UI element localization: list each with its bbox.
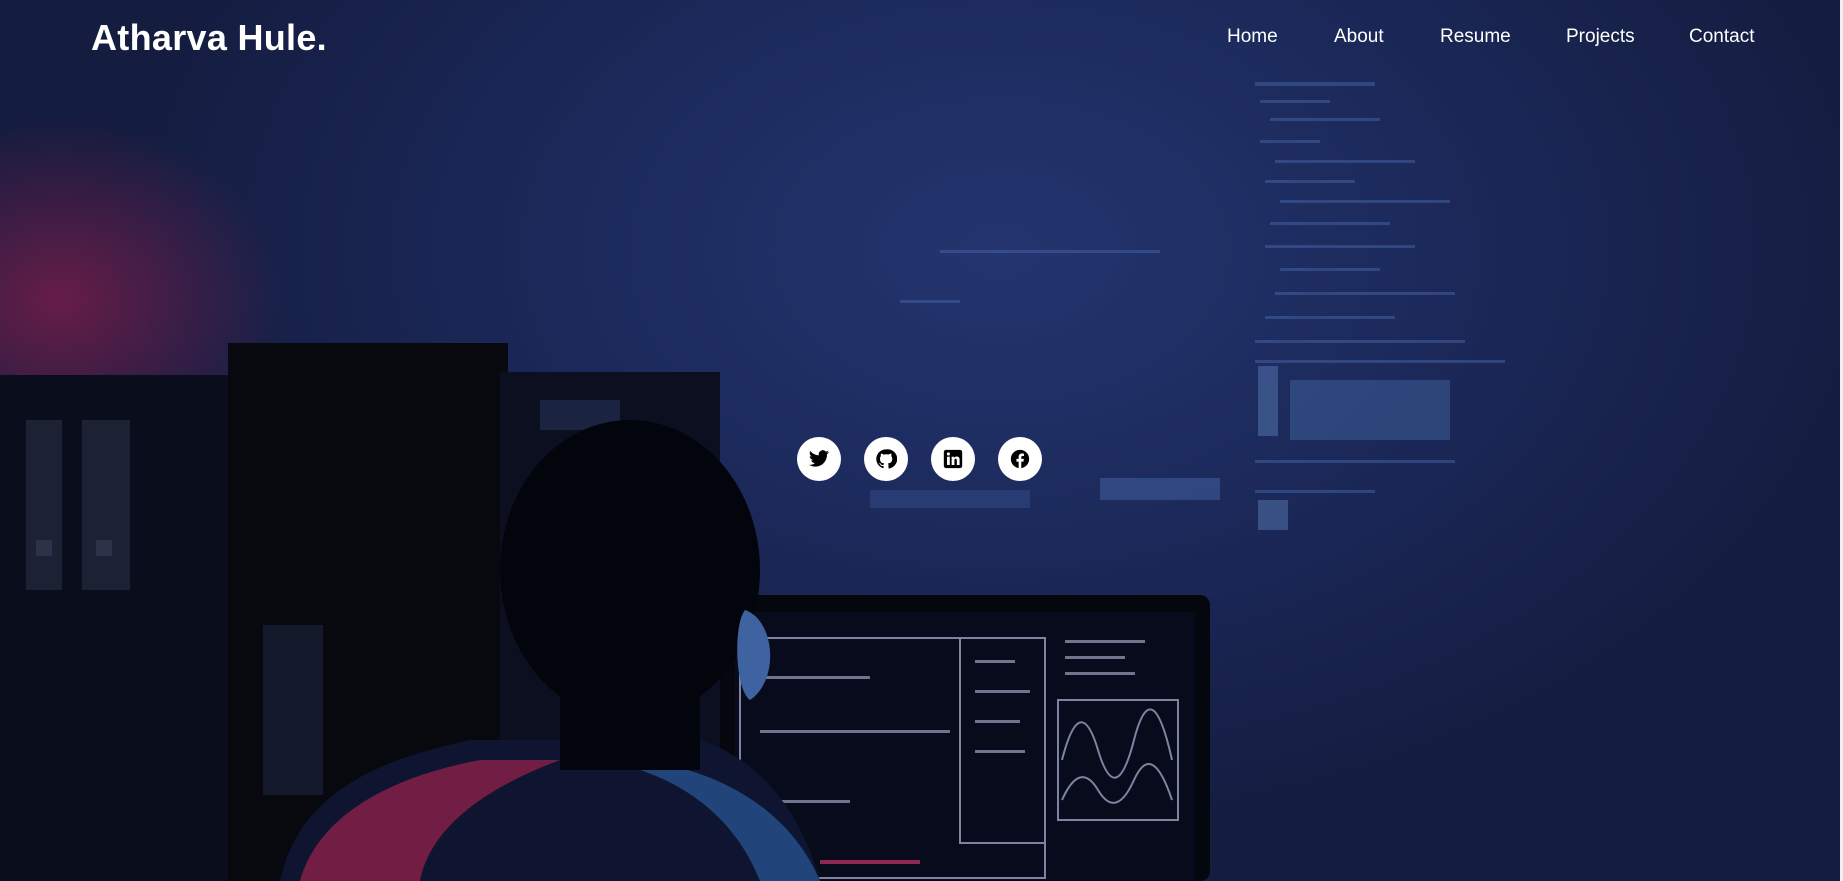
facebook-button[interactable] — [998, 437, 1042, 481]
social-links — [797, 437, 1043, 481]
navbar: Atharva Hule. Home About Resume Projects… — [0, 0, 1840, 76]
facebook-icon — [1010, 449, 1030, 469]
linkedin-icon — [943, 449, 963, 469]
twitter-icon — [808, 450, 830, 467]
linkedin-button[interactable] — [931, 437, 975, 481]
nav-home-link[interactable]: Home — [1227, 26, 1278, 48]
nav-resume-link[interactable]: Resume — [1440, 26, 1511, 48]
nav-about-link[interactable]: About — [1334, 26, 1384, 48]
nav-contact-link[interactable]: Contact — [1689, 26, 1754, 48]
nav-links: Home About Resume Projects Contact — [0, 26, 1840, 56]
github-icon — [876, 449, 897, 469]
twitter-button[interactable] — [797, 437, 841, 481]
github-button[interactable] — [864, 437, 908, 481]
hero-section: Atharva Hule. Home About Resume Projects… — [0, 0, 1840, 881]
nav-projects-link[interactable]: Projects — [1566, 26, 1635, 48]
